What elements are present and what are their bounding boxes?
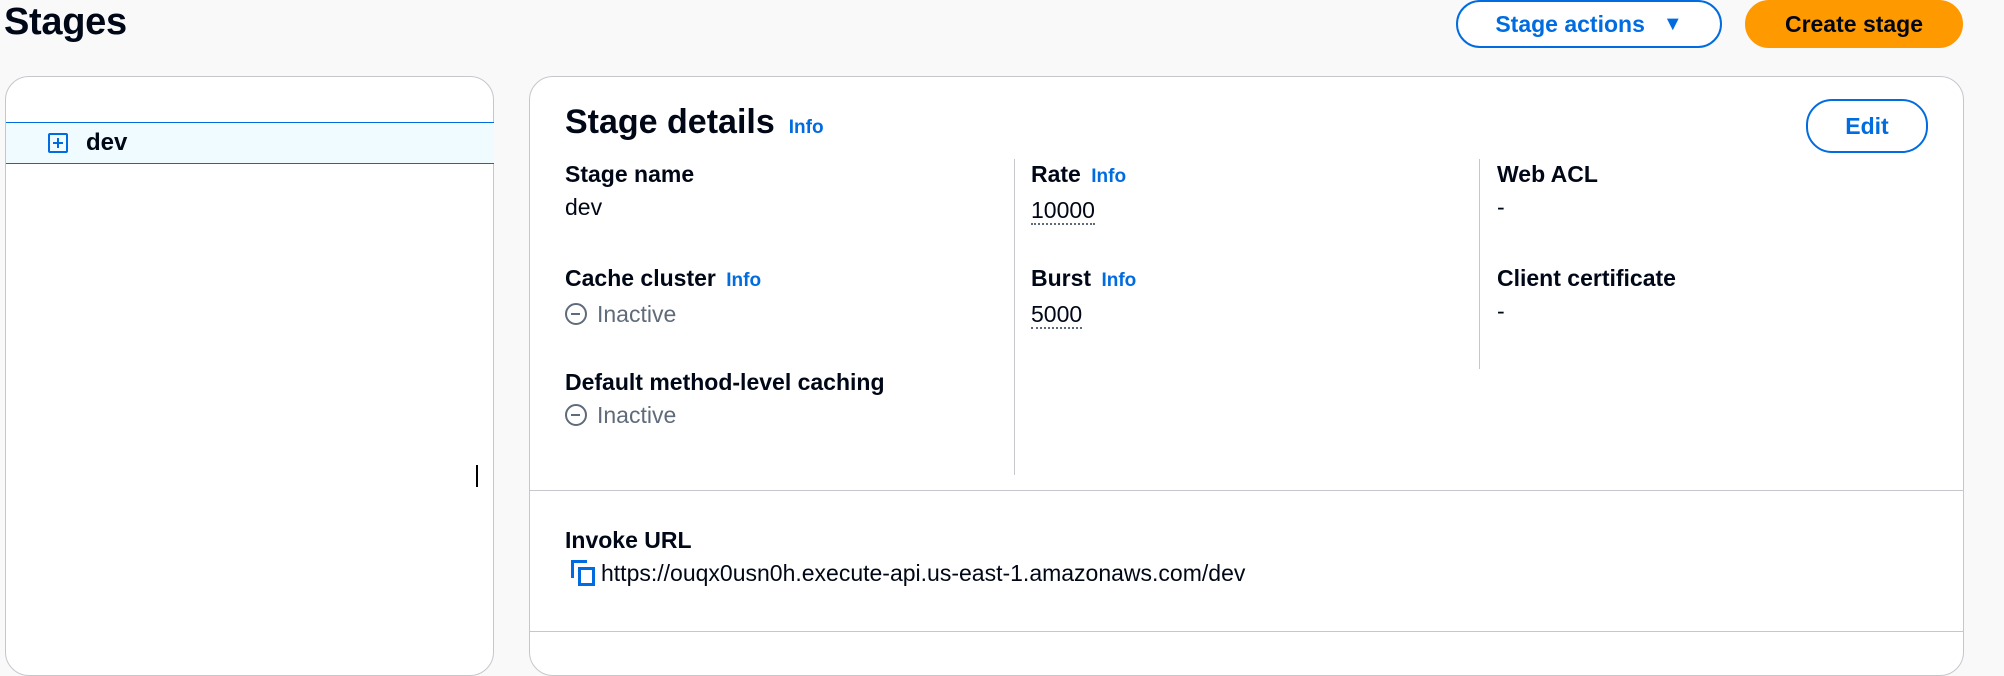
web-acl-value: -	[1497, 194, 1505, 220]
default-caching-status: Inactive	[565, 397, 985, 433]
details-header: Stage details Info	[565, 103, 824, 142]
stage-name-label: Stage name	[565, 161, 695, 187]
stage-name-value: dev	[565, 194, 603, 220]
invoke-url-row: https://ouqx0usn0h.execute-api.us-east-1…	[565, 555, 1245, 591]
burst-label-row: Burst Info	[1031, 263, 1451, 296]
section-divider	[530, 490, 1963, 491]
burst-value-row: 5000	[1031, 296, 1451, 332]
burst-info-link[interactable]: Info	[1101, 270, 1136, 291]
status-stopped-icon	[565, 303, 587, 325]
tree-item-dev[interactable]: dev	[6, 122, 494, 164]
cache-cluster-label-row: Cache cluster Info	[565, 263, 985, 296]
cache-cluster-status: Inactive	[565, 296, 985, 332]
create-stage-button[interactable]: Create stage	[1745, 0, 1963, 48]
details-info-link[interactable]: Info	[789, 117, 824, 139]
rate-value-row: 10000	[1031, 192, 1451, 228]
client-certificate-field: Client certificate -	[1497, 263, 1917, 329]
burst-field: Burst Info 5000	[1031, 263, 1451, 332]
column-divider	[1014, 159, 1015, 475]
stage-actions-button[interactable]: Stage actions ▼	[1456, 0, 1722, 48]
default-caching-label: Default method-level caching	[565, 369, 885, 395]
cache-cluster-field: Cache cluster Info Inactive	[565, 263, 985, 332]
rate-label-row: Rate Info	[1031, 159, 1451, 192]
details-title: Stage details	[565, 103, 775, 141]
stages-tree-panel: dev	[5, 76, 494, 676]
burst-label: Burst	[1031, 265, 1092, 291]
client-certificate-value: -	[1497, 298, 1505, 324]
rate-value[interactable]: 10000	[1031, 197, 1095, 225]
client-certificate-label: Client certificate	[1497, 265, 1676, 291]
caret-down-icon: ▼	[1662, 12, 1683, 35]
create-stage-label: Create stage	[1784, 10, 1924, 37]
rate-label: Rate	[1031, 161, 1081, 187]
cache-cluster-info-link[interactable]: Info	[726, 270, 761, 291]
web-acl-field: Web ACL -	[1497, 159, 1917, 225]
rate-field: Rate Info 10000	[1031, 159, 1451, 228]
status-stopped-icon	[565, 404, 587, 426]
stage-name-field: Stage name dev	[565, 159, 985, 225]
burst-value[interactable]: 5000	[1031, 301, 1083, 329]
invoke-url-field: Invoke URL https://ouqx0usn0h.execute-ap…	[565, 525, 1245, 591]
page-title: Stages	[4, 1, 127, 43]
rate-info-link[interactable]: Info	[1091, 166, 1126, 187]
section-divider	[530, 631, 1963, 632]
edit-label: Edit	[1845, 112, 1889, 139]
copy-icon[interactable]	[571, 560, 595, 586]
web-acl-label: Web ACL	[1497, 161, 1598, 187]
invoke-url-label: Invoke URL	[565, 527, 692, 553]
column-divider	[1479, 159, 1480, 369]
stage-details-panel: Stage details Info Edit Stage name dev C…	[529, 76, 1964, 676]
tree-item-label: dev	[86, 129, 128, 156]
invoke-url-value[interactable]: https://ouqx0usn0h.execute-api.us-east-1…	[601, 555, 1245, 591]
edit-button[interactable]: Edit	[1806, 99, 1928, 153]
default-caching-value: Inactive	[597, 402, 677, 428]
cache-cluster-value: Inactive	[597, 301, 677, 327]
text-cursor-icon	[476, 465, 478, 487]
cache-cluster-label: Cache cluster	[565, 265, 716, 291]
default-caching-field: Default method-level caching Inactive	[565, 367, 985, 433]
stage-actions-label: Stage actions	[1495, 10, 1645, 37]
plus-square-icon[interactable]	[48, 133, 68, 153]
